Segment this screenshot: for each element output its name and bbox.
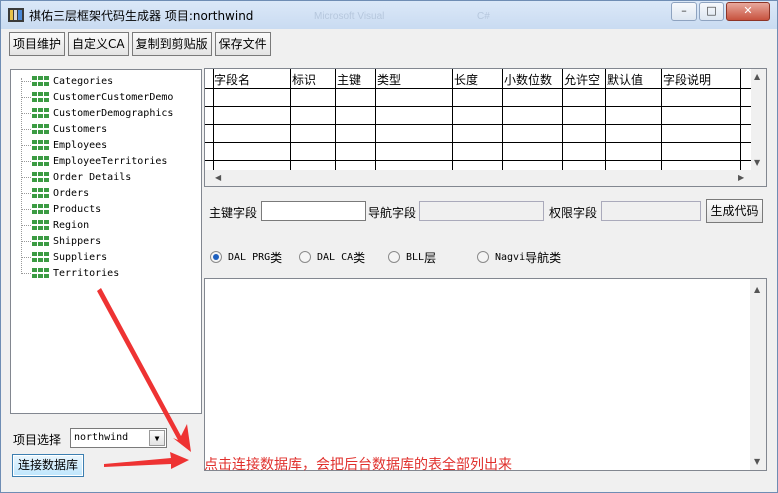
annotation-arrow-upper xyxy=(97,288,191,452)
annotation-arrow-lower xyxy=(104,452,189,469)
annotation-arrows xyxy=(97,288,191,469)
app-window: 祺佑三层框架代码生成器 项目:northwind Microsoft Visua… xyxy=(0,0,778,493)
